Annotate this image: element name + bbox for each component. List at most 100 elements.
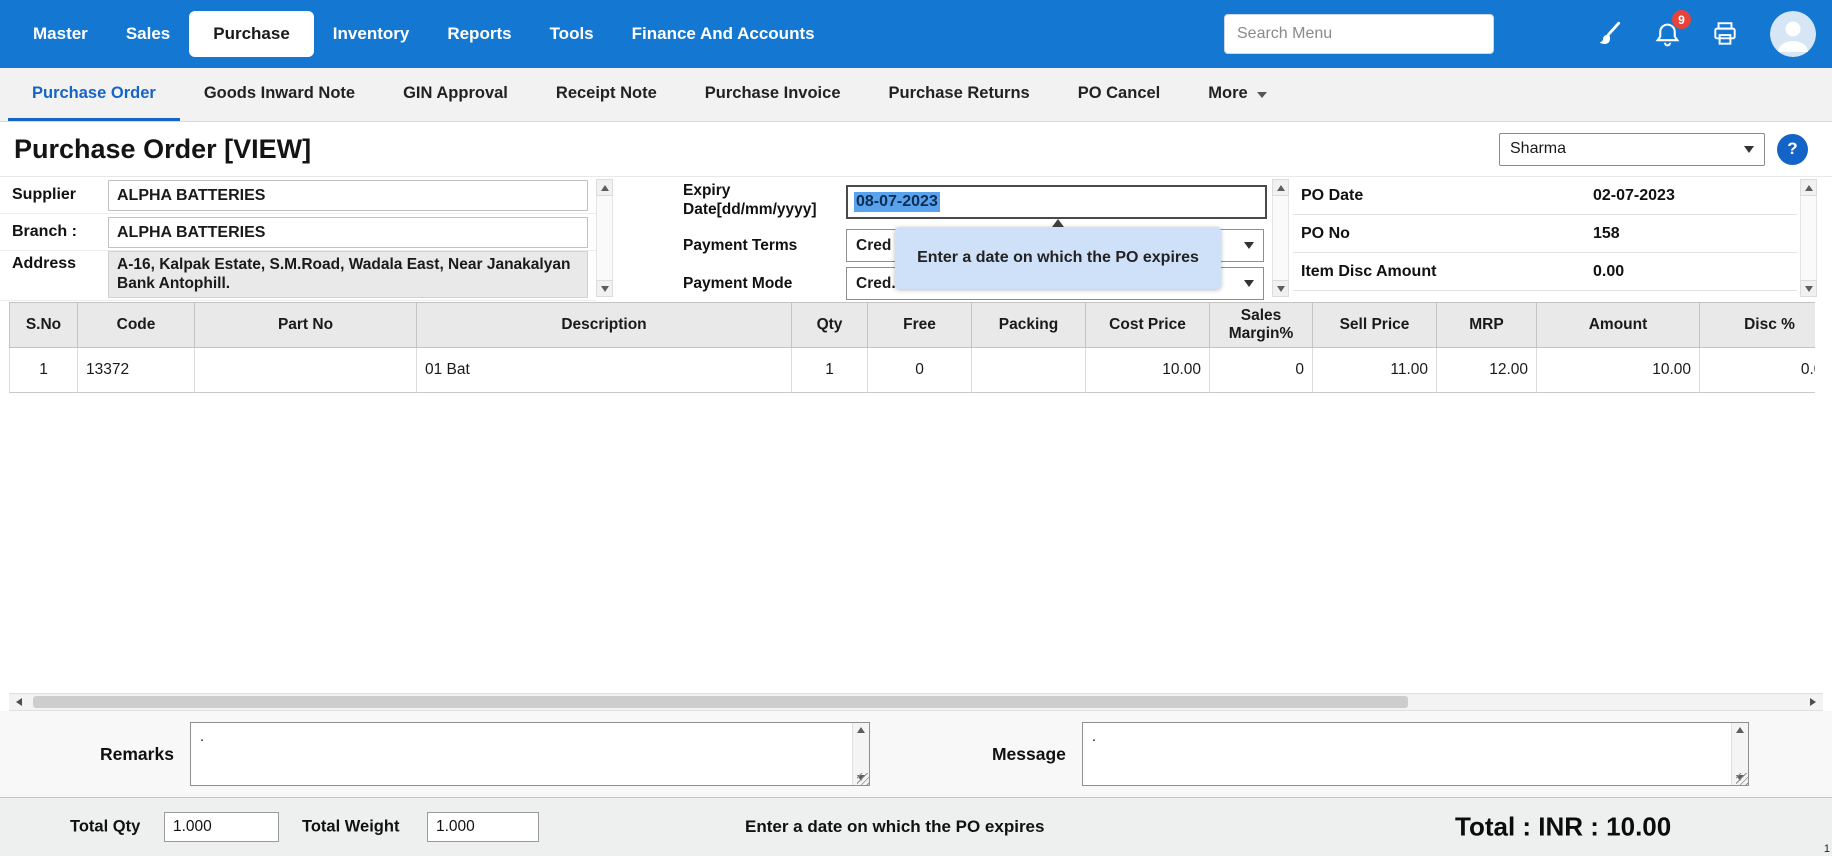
scroll-up-icon[interactable]: [1800, 179, 1817, 196]
table-cell-cost-price[interactable]: 10.00: [1086, 348, 1210, 393]
chevron-down-icon: [1744, 146, 1754, 153]
subnav-goods-inward-note[interactable]: Goods Inward Note: [180, 68, 379, 121]
scroll-down-icon[interactable]: [1800, 280, 1817, 297]
table-cell-amount[interactable]: 10.00: [1537, 348, 1700, 393]
subnav-more-label: More: [1208, 84, 1247, 103]
remarks-textarea[interactable]: .: [190, 722, 870, 786]
nav-item-master[interactable]: Master: [14, 10, 107, 58]
column-header-mrp: MRP: [1437, 302, 1537, 348]
payment-terms-value: Cred: [856, 237, 891, 255]
column-header-disc: Disc %: [1700, 302, 1815, 348]
scroll-down-icon[interactable]: [1272, 280, 1289, 297]
total-weight-input[interactable]: [427, 812, 539, 842]
horizontal-scrollbar[interactable]: [9, 693, 1823, 711]
supplier-scrollbar[interactable]: [596, 179, 613, 297]
payment-mode-value: Cred..: [856, 275, 900, 293]
chevron-down-icon: [1257, 92, 1267, 98]
po-info-scrollbar[interactable]: [1800, 179, 1817, 297]
subnav-receipt-note[interactable]: Receipt Note: [532, 68, 681, 121]
items-table: S.No Code Part No Description Qty Free P…: [9, 302, 1815, 393]
table-cell-packing[interactable]: [972, 348, 1086, 393]
column-header-part-no: Part No: [195, 302, 417, 348]
branch-selector-dropdown[interactable]: Sharma: [1499, 133, 1765, 166]
supplier-row: Supplier ALPHA BATTERIES: [0, 177, 596, 214]
expiry-date-label: Expiry Date[dd/mm/yyyy]: [683, 181, 846, 219]
nav-item-finance-and-accounts[interactable]: Finance And Accounts: [613, 10, 834, 58]
table-cell-disc[interactable]: 0.00: [1700, 348, 1815, 393]
table-cell-description[interactable]: 01 Bat: [417, 348, 792, 393]
expiry-date-input[interactable]: 08-07-2023: [846, 185, 1267, 219]
table-cell-sales-margin[interactable]: 0: [1210, 348, 1313, 393]
nav-item-inventory[interactable]: Inventory: [314, 10, 429, 58]
navbar-right: 9: [1224, 11, 1816, 57]
nav-item-purchase[interactable]: Purchase: [189, 11, 314, 57]
table-cell-free[interactable]: 0: [868, 348, 972, 393]
resize-grip-icon[interactable]: [857, 773, 870, 786]
branch-label: Branch :: [0, 223, 108, 241]
scroll-up-icon[interactable]: [596, 179, 613, 196]
scroll-right-icon[interactable]: [1803, 694, 1823, 710]
tooltip-arrow-icon: [1052, 219, 1064, 227]
table-cell-sno[interactable]: 1: [9, 348, 78, 393]
total-weight-label: Total Weight: [302, 818, 399, 837]
payment-scrollbar[interactable]: [1272, 179, 1289, 297]
nav-item-reports[interactable]: Reports: [428, 10, 530, 58]
total-qty-label: Total Qty: [70, 818, 140, 837]
table-cell-sell-price[interactable]: 11.00: [1313, 348, 1437, 393]
spinner-up-icon[interactable]: [1736, 727, 1744, 733]
page-indicator: 1: [1824, 843, 1830, 855]
po-no-row: PO No 158: [1293, 215, 1797, 253]
subnav-purchase-returns[interactable]: Purchase Returns: [865, 68, 1054, 121]
notifications-bell-icon[interactable]: 9: [1652, 19, 1682, 49]
help-button[interactable]: ?: [1777, 134, 1808, 165]
total-qty-input[interactable]: [164, 812, 279, 842]
item-disc-amount-label: Item Disc Amount: [1293, 263, 1593, 281]
expiry-date-tooltip: Enter a date on which the PO expires: [895, 227, 1221, 289]
user-avatar[interactable]: [1770, 11, 1816, 57]
scroll-track[interactable]: [596, 196, 613, 280]
subnav-gin-approval[interactable]: GIN Approval: [379, 68, 532, 121]
po-date-label: PO Date: [1293, 187, 1593, 205]
purchase-subnav: Purchase Order Goods Inward Note GIN App…: [0, 68, 1832, 122]
notes-section: Remarks . Message .: [0, 711, 1832, 797]
horizontal-scroll-thumb[interactable]: [33, 696, 1408, 708]
table-cell-part-no[interactable]: [195, 348, 417, 393]
table-empty-area: [0, 393, 1832, 693]
table-cell-mrp[interactable]: 12.00: [1437, 348, 1537, 393]
message-textarea[interactable]: .: [1082, 722, 1749, 786]
remarks-text: .: [200, 728, 204, 745]
branch-selector-value: Sharma: [1510, 140, 1566, 158]
message-text: .: [1092, 728, 1096, 745]
scroll-left-icon[interactable]: [9, 694, 29, 710]
scroll-up-icon[interactable]: [1272, 179, 1289, 196]
column-header-sales-margin: Sales Margin%: [1210, 302, 1313, 348]
nav-item-tools[interactable]: Tools: [531, 10, 613, 58]
table-cell-qty[interactable]: 1: [792, 348, 868, 393]
resize-grip-icon[interactable]: [1736, 773, 1749, 786]
payment-terms-label: Payment Terms: [683, 236, 846, 255]
branch-row: Branch : ALPHA BATTERIES: [0, 214, 596, 251]
scroll-track[interactable]: [1800, 196, 1817, 280]
grand-total-text: Total : INR : 10.00: [1455, 812, 1671, 843]
nav-item-sales[interactable]: Sales: [107, 10, 189, 58]
po-no-value: 158: [1593, 225, 1620, 243]
theme-brush-icon[interactable]: [1594, 19, 1624, 49]
scroll-down-icon[interactable]: [596, 280, 613, 297]
po-no-label: PO No: [1293, 225, 1593, 243]
supplier-field[interactable]: ALPHA BATTERIES: [108, 180, 588, 211]
column-header-packing: Packing: [972, 302, 1086, 348]
table-cell-code[interactable]: 13372: [78, 348, 195, 393]
scroll-track[interactable]: [1272, 196, 1289, 280]
subnav-po-cancel[interactable]: PO Cancel: [1054, 68, 1185, 121]
print-icon[interactable]: [1710, 19, 1740, 49]
subnav-more[interactable]: More: [1184, 68, 1290, 121]
address-row: Address A-16, Kalpak Estate, S.M.Road, W…: [0, 251, 596, 301]
subnav-purchase-order[interactable]: Purchase Order: [8, 68, 180, 121]
spinner-up-icon[interactable]: [857, 727, 865, 733]
branch-field[interactable]: ALPHA BATTERIES: [108, 217, 588, 248]
search-input[interactable]: [1224, 14, 1494, 54]
status-hint-text: Enter a date on which the PO expires: [745, 817, 1044, 837]
address-field[interactable]: A-16, Kalpak Estate, S.M.Road, Wadala Ea…: [108, 251, 588, 298]
po-date-row: PO Date 02-07-2023: [1293, 177, 1797, 215]
subnav-purchase-invoice[interactable]: Purchase Invoice: [681, 68, 865, 121]
